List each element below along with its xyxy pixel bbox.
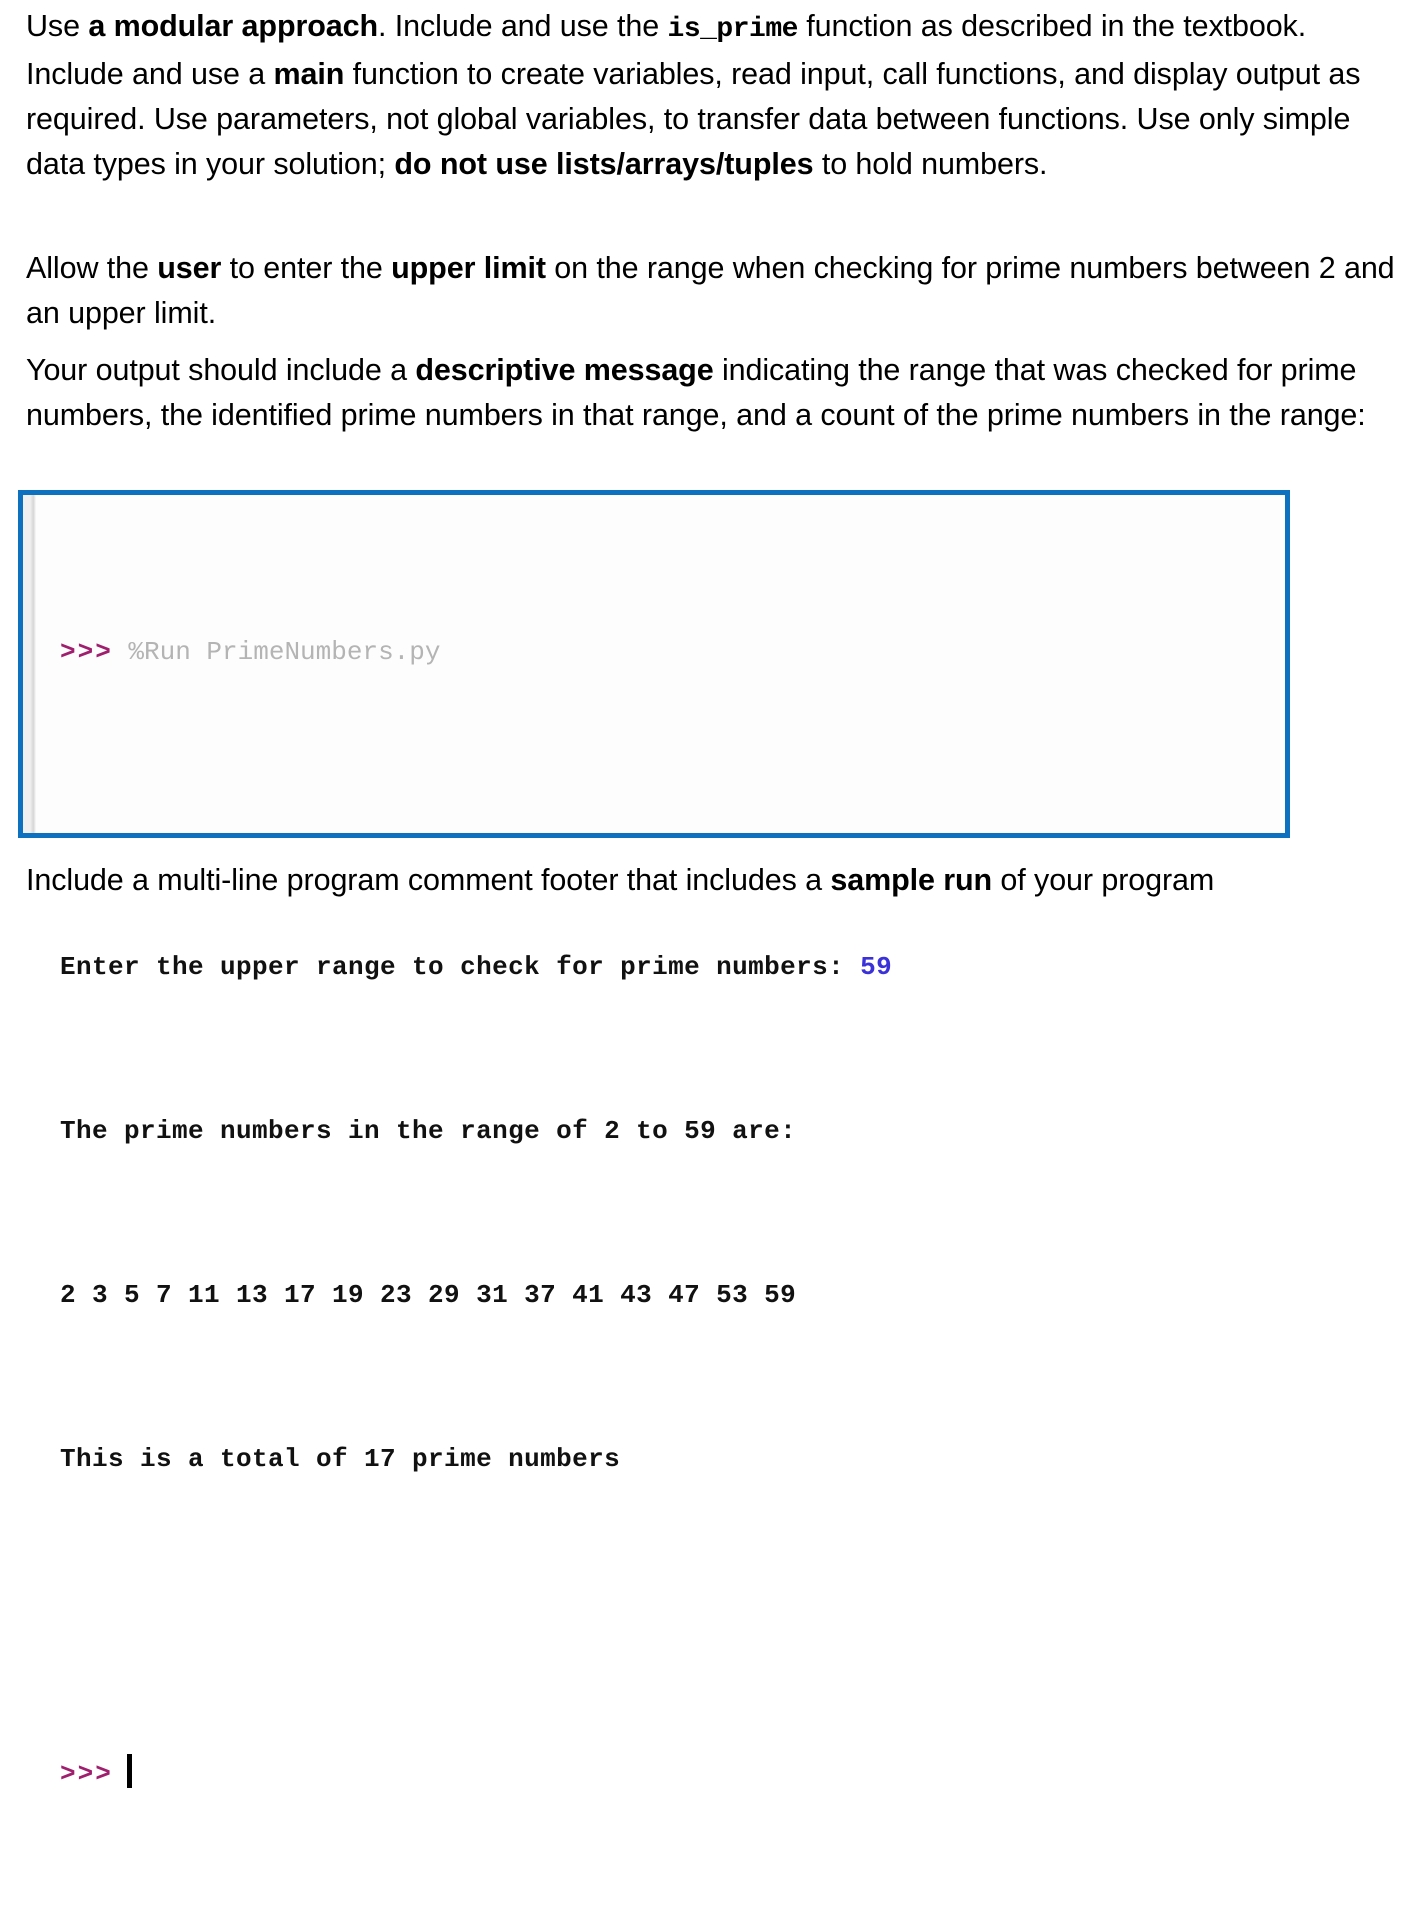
shell-line-prime-list: 2 3 5 7 11 13 17 19 23 29 31 37 41 43 47… [36,1275,1285,1316]
p2-text-segment-2: to enter the [221,251,392,285]
instruction-paragraph-output-requirements: Your output should include a descriptive… [26,348,1412,438]
p3-text-segment-1: Your output should include a [26,353,416,387]
p3-emphasis-descriptive-message: descriptive message [415,353,714,387]
shell-blank-line-2 [36,1603,1285,1631]
shell-line-total-count: This is a total of 17 prime numbers [36,1439,1285,1480]
shell-user-entered-value: 59 [860,952,893,982]
shell-range-header-text: The prime numbers in the range of 2 to 5… [60,1116,797,1146]
python-shell-screenshot-frame: >>> %Run PrimeNumbers.py Enter the upper… [18,490,1290,1789]
instruction-paragraph-comment-footer: Include a multi-line program comment foo… [26,858,1412,903]
shell-prompt-symbol: >>> [60,637,113,667]
p1-text-segment-2: . Include and use the [378,9,668,43]
shell-prime-list-text: 2 3 5 7 11 13 17 19 23 29 31 37 41 43 47… [60,1280,797,1310]
instruction-paragraph-upper-limit: Allow the user to enter the upper limit … [26,246,1412,336]
shell-blank-line-1 [36,796,1285,824]
text-cursor-icon [126,1754,132,1788]
p1-text-segment-5: to hold numbers. [813,147,1048,181]
p1-text-segment-1: Use [26,9,89,43]
shell-line-final-prompt[interactable]: >>> [36,1754,1285,1795]
p1-emphasis-no-lists: do not use lists/arrays/tuples [394,147,814,181]
shell-left-gutter [23,495,36,833]
p2-text-segment-1: Allow the [26,251,158,285]
shell-total-count-text: This is a total of 17 prime numbers [60,1444,621,1474]
p2-emphasis-upper-limit: upper limit [391,251,546,285]
p1-emphasis-modular-approach: a modular approach [88,9,379,43]
shell-line-enter-prompt: Enter the upper range to check for prime… [36,947,1285,988]
instruction-paragraph-modular-approach: Use a modular approach. Include and use … [26,4,1412,187]
python-shell-window: >>> %Run PrimeNumbers.py Enter the upper… [23,495,1285,1789]
shell-output-area[interactable]: >>> %Run PrimeNumbers.py Enter the upper… [36,495,1285,1789]
p4-emphasis-sample-run: sample run [830,863,993,897]
p4-text-segment-1: Include a multi-line program comment foo… [26,863,831,897]
shell-run-command [113,637,129,667]
p1-code-is-prime: is_prime [667,14,799,45]
p1-emphasis-main: main [273,57,345,91]
shell-enter-prompt-text: Enter the upper range to check for prime… [60,952,861,982]
p2-emphasis-user: user [157,251,222,285]
shell-run-command-text: %Run PrimeNumbers.py [128,637,441,667]
p4-text-segment-2: of your program [992,863,1215,897]
shell-prompt-symbol-final: >>> [60,1759,113,1789]
shell-line-range-header: The prime numbers in the range of 2 to 5… [36,1111,1285,1152]
shell-line-run-command: >>> %Run PrimeNumbers.py [36,632,1285,673]
